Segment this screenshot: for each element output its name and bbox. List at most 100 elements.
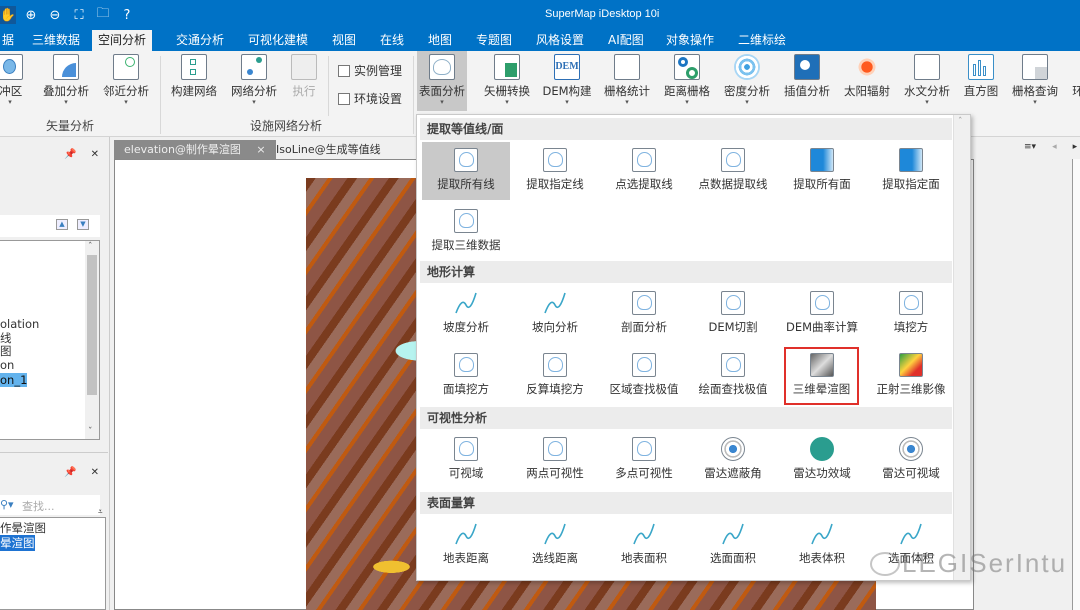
tab-object-operations[interactable]: 对象操作	[660, 30, 720, 51]
tab-view[interactable]: 视图	[326, 30, 362, 51]
surface-area-item[interactable]: 地表面积	[600, 516, 688, 574]
overlay-analysis-button[interactable]: 叠加分析 ▾	[38, 54, 94, 106]
ortho-3d-image-item[interactable]: 正射三维影像	[867, 347, 955, 405]
radar-shield-angle-item[interactable]: 雷达遮蔽角	[689, 431, 777, 489]
histogram-button[interactable]: 直方图	[957, 54, 1005, 99]
icon-line	[544, 523, 566, 545]
tab-scroll-right-icon[interactable]: ▸	[1073, 142, 1078, 152]
viewshed-item[interactable]: 可视域	[422, 431, 510, 489]
raster-statistics-button[interactable]: 栅格统计 ▾	[597, 54, 657, 106]
distance-raster-button[interactable]: 距离栅格 ▾	[657, 54, 717, 106]
help-icon[interactable]: ?	[118, 6, 136, 24]
pin-icon[interactable]: 📌	[64, 149, 76, 160]
environment-settings-checkbox[interactable]: 环境设置	[338, 90, 402, 107]
multi-point-visibility-item[interactable]: 多点可视性	[600, 431, 688, 489]
tab-spatial-analysis[interactable]: 空间分析	[92, 30, 153, 51]
pin-icon[interactable]: 📌	[64, 467, 76, 478]
point-select-extract-line-item[interactable]: 点选提取线	[600, 142, 688, 200]
surface-distance-item[interactable]: 地表距离	[422, 516, 510, 574]
layer-item[interactable]: 作晕渲图	[0, 520, 46, 536]
search-dropdown-icon[interactable]: ⚲▾	[0, 498, 14, 511]
tab-2d-plotting[interactable]: 二维标绘	[732, 30, 792, 51]
close-icon[interactable]: ✕	[91, 467, 99, 478]
checkbox-box[interactable]	[338, 64, 350, 77]
inverse-cut-fill-item[interactable]: 反算填挖方	[511, 347, 599, 405]
workspace-tree: olation 线 图 on on_1 ˆ ˇ	[0, 240, 100, 440]
region-find-extremum-item[interactable]: 区域查找极值	[600, 347, 688, 405]
tab-list-dropdown-icon[interactable]: ≡▾	[1024, 142, 1036, 152]
scroll-up-icon[interactable]: ˆ	[88, 242, 93, 252]
profile-analysis-item[interactable]: 剖面分析	[600, 285, 688, 343]
aspect-analysis-item[interactable]: 坡向分析	[511, 285, 599, 343]
hydrology-analysis-button[interactable]: 水文分析 ▾	[897, 54, 957, 106]
line-surface-distance-item[interactable]: 选线距离	[511, 516, 599, 574]
region-cut-fill-item[interactable]: 面填挖方	[422, 347, 510, 405]
proximity-analysis-button[interactable]: 邻近分析 ▾	[98, 54, 154, 106]
scroll-down-icon[interactable]: ˇ	[88, 427, 93, 437]
doc-tab-elevation[interactable]: elevation@制作晕渲图 ×	[114, 140, 276, 159]
move-down-icon[interactable]: ▼	[77, 219, 89, 230]
radar-effective-area-item[interactable]: 雷达功效域	[778, 431, 866, 489]
solar-radiation-button[interactable]: 太阳辐射	[837, 54, 897, 99]
surface-volume-item[interactable]: 地表体积	[778, 516, 866, 574]
tab-map[interactable]: 地图	[422, 30, 458, 51]
instance-management-checkbox[interactable]: 实例管理	[338, 62, 402, 79]
zoom-in-icon[interactable]: ⊕	[22, 6, 40, 24]
draw-region-find-extremum-item[interactable]: 绘面查找极值	[689, 347, 777, 405]
execute-button[interactable]: 执行	[284, 54, 324, 99]
scroll-up-icon[interactable]: ˆ	[958, 117, 963, 127]
extract-3d-data-item[interactable]: 提取三维数据	[422, 203, 510, 261]
dem-cut-item[interactable]: DEM切割	[689, 285, 777, 343]
raster-query-button[interactable]: 栅格查询 ▾	[1006, 54, 1064, 106]
tab-style-settings[interactable]: 风格设置	[530, 30, 590, 51]
menu-scrollbar[interactable]: ˆ	[953, 115, 970, 580]
extract-specified-lines-item[interactable]: 提取指定线	[511, 142, 599, 200]
two-point-visibility-item[interactable]: 两点可视性	[511, 431, 599, 489]
scrollbar-thumb[interactable]	[87, 255, 97, 395]
layer-item-selected[interactable]: 晕渲图	[0, 535, 35, 551]
tab-traffic-analysis[interactable]: 交通分析	[170, 30, 230, 51]
list-item[interactable]: on	[0, 358, 14, 372]
network-analysis-button[interactable]: 网络分析 ▾	[226, 54, 282, 106]
dem-build-button[interactable]: DEM DEM构建 ▾	[537, 54, 597, 106]
surface-analysis-button[interactable]: 表面分析 ▾	[417, 51, 467, 111]
close-icon[interactable]: ✕	[91, 149, 99, 160]
3d-hillshade-item[interactable]: 三维晕渲图	[784, 347, 859, 405]
pan-hand-icon[interactable]: ✋	[0, 6, 16, 24]
move-up-icon[interactable]: ▲	[56, 219, 68, 230]
extract-specified-regions-item[interactable]: 提取指定面	[867, 142, 955, 200]
search-input[interactable]: 查找...	[22, 498, 55, 514]
tab-thematic-map[interactable]: 专题图	[470, 30, 518, 51]
interpolation-button[interactable]: 插值分析	[777, 54, 837, 99]
density-analysis-button[interactable]: 密度分析 ▾	[717, 54, 777, 106]
close-tab-icon[interactable]: ×	[256, 143, 265, 156]
extract-all-lines-item[interactable]: 提取所有线	[422, 142, 510, 200]
tab-visual-modeling[interactable]: 可视化建模	[242, 30, 314, 51]
vertical-scrollbar[interactable]: ˆ ˇ	[85, 241, 99, 439]
tab-scroll-left-icon[interactable]: ◂	[1052, 142, 1057, 152]
search-options-icon[interactable]: ⩡	[98, 507, 103, 517]
extract-all-regions-item[interactable]: 提取所有面	[778, 142, 866, 200]
cut-fill-item[interactable]: 填挖方	[867, 285, 955, 343]
list-item[interactable]: olation	[0, 317, 39, 331]
tab-3d-data[interactable]: 三维数据	[26, 30, 86, 51]
list-item-selected[interactable]: on_1	[0, 373, 28, 387]
tab-data[interactable]: 据	[0, 30, 20, 51]
radar-viewshed-item[interactable]: 雷达可视域	[867, 431, 955, 489]
zoom-out-icon[interactable]: ⊖	[46, 6, 64, 24]
point-data-extract-line-item[interactable]: 点数据提取线	[689, 142, 777, 200]
dem-curvature-item[interactable]: DEM曲率计算	[778, 285, 866, 343]
vector-raster-convert-button[interactable]: 矢栅转换 ▾	[477, 54, 537, 106]
environment-button[interactable]: 环	[1068, 54, 1080, 99]
slope-analysis-item[interactable]: 坡度分析	[422, 285, 510, 343]
full-extent-icon[interactable]: ⛶	[70, 6, 88, 24]
checkbox-box[interactable]	[338, 92, 350, 105]
doc-tab-isoline[interactable]: IsoLine@生成等值线	[266, 140, 391, 159]
build-network-button[interactable]: 构建网络	[166, 54, 222, 99]
list-item[interactable]: 图	[0, 343, 12, 359]
open-folder-icon[interactable]: 🗀	[94, 6, 112, 24]
tab-ai-mapping[interactable]: AI配图	[602, 30, 650, 51]
region-surface-area-item[interactable]: 选面面积	[689, 516, 777, 574]
buffer-button[interactable]: 缓冲区 ▾	[0, 54, 32, 106]
tab-online[interactable]: 在线	[374, 30, 410, 51]
